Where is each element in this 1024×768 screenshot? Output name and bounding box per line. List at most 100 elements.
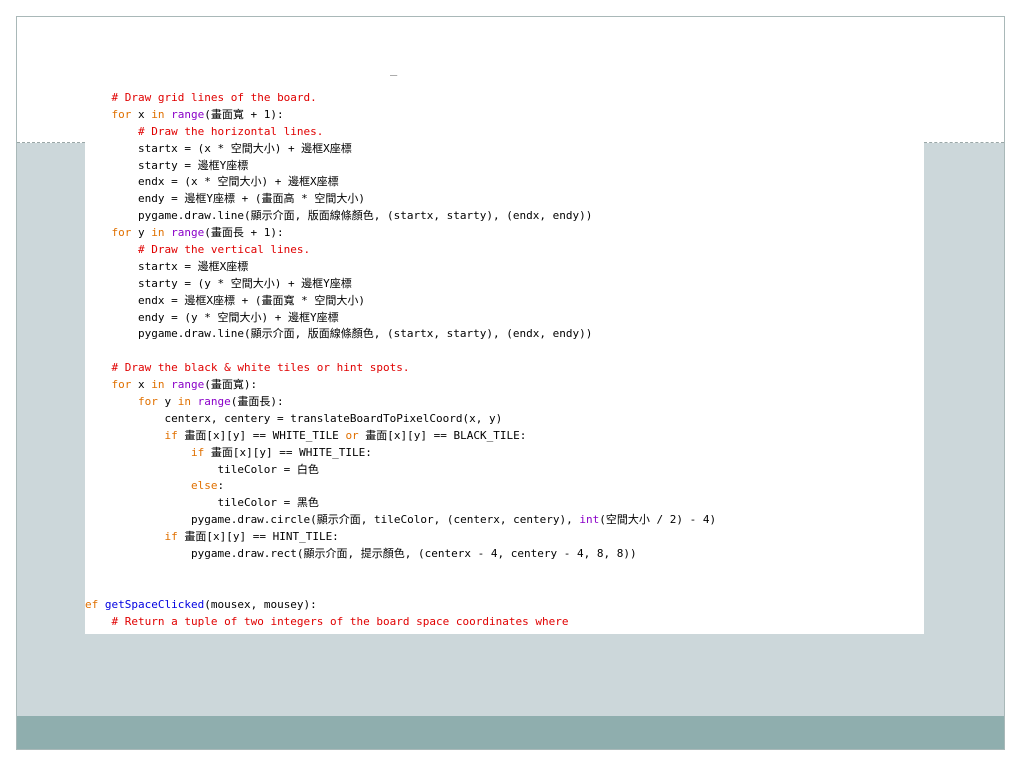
code-token: startx = (x * 空間大小) + 邊框X座標	[85, 141, 352, 155]
code-token: pygame.draw.line(顯示介面, 版面線條顏色, (startx, …	[85, 209, 593, 223]
code-token: pygame.draw.line(顯示介面, 版面線條顏色, (startx, …	[85, 327, 593, 341]
code-token: 畫面[x][y] == WHITE_TILE:	[204, 445, 372, 459]
code-token: (空間大小 / 2) - 4)	[599, 513, 717, 527]
code-line: endy = 邊框Y座標 + (畫面高 * 空間大小)	[85, 191, 716, 208]
code-token: tileColor = 白色	[85, 462, 319, 476]
code-token: range	[171, 226, 205, 240]
code-line: ef getSpaceClicked(mousex, mousey):	[85, 597, 716, 614]
code-token: y	[157, 395, 178, 409]
code-line: starty = 邊框Y座標	[85, 158, 716, 175]
code-token: (畫面長 + 1):	[204, 226, 284, 240]
code-line: # Return a tuple of two integers of the …	[85, 614, 716, 631]
code-token: endy = 邊框Y座標 + (畫面高 * 空間大小)	[85, 192, 365, 206]
code-token: tileColor = 黑色	[85, 496, 319, 510]
code-listing: # Draw grid lines of the board. for x in…	[85, 90, 716, 634]
code-token: for	[111, 378, 132, 392]
code-token: x	[131, 107, 152, 121]
code-line: # Draw the black & white tiles or hint s…	[85, 360, 716, 377]
code-token: starty = 邊框Y座標	[85, 158, 249, 172]
code-line: # the mouse was clicked. (Or returns Non…	[85, 631, 716, 635]
code-line: pygame.draw.rect(顯示介面, 提示顏色, (centerx - …	[85, 546, 716, 563]
code-line: startx = 邊框X座標	[85, 259, 716, 276]
code-token: # Draw the vertical lines.	[137, 243, 311, 257]
code-token: centerx, centery = translateBoardToPixel…	[85, 411, 503, 425]
code-token: pygame.draw.rect(顯示介面, 提示顏色, (centerx - …	[85, 547, 637, 561]
code-line: starty = (y * 空間大小) + 邊框Y座標	[85, 276, 716, 293]
code-token: # the mouse was clicked. (Or returns Non…	[112, 632, 509, 635]
code-line: endx = (x * 空間大小) + 邊框X座標	[85, 174, 716, 191]
code-line: # Draw the vertical lines.	[85, 242, 716, 259]
code-token: # Draw grid lines of the board.	[111, 91, 317, 104]
code-token: x	[131, 378, 152, 392]
code-line: tileColor = 白色	[85, 462, 716, 479]
code-token: in	[151, 378, 165, 392]
title-divider-right	[924, 142, 1004, 143]
code-line: pygame.draw.line(顯示介面, 版面線條顏色, (startx, …	[85, 208, 716, 225]
code-token: 畫面[x][y] == HINT_TILE:	[177, 530, 339, 544]
code-token: endx = 邊框X座標 + (畫面寬 * 空間大小)	[85, 293, 365, 307]
code-token: if	[190, 445, 205, 459]
code-line: if 畫面[x][y] == HINT_TILE:	[85, 529, 716, 546]
code-line: if 畫面[x][y] == WHITE_TILE or 畫面[x][y] ==…	[85, 428, 716, 445]
code-token: # Draw the black & white tiles or hint s…	[111, 361, 410, 375]
code-token: y	[131, 226, 152, 240]
code-token: 畫面[x][y] == BLACK_TILE:	[358, 428, 527, 442]
text-cursor-mark: _	[390, 62, 398, 76]
code-token: int	[579, 513, 600, 527]
code-token: if	[164, 428, 178, 442]
code-line: else:	[85, 478, 716, 495]
code-token: pygame.draw.circle(顯示介面, tileColor, (cen…	[85, 513, 580, 527]
code-token: :	[217, 479, 225, 493]
code-line: pygame.draw.circle(顯示介面, tileColor, (cen…	[85, 512, 716, 529]
code-token: ef	[85, 597, 99, 611]
code-line: tileColor = 黑色	[85, 495, 716, 512]
code-token: in	[151, 226, 165, 240]
slide-footer-band	[17, 716, 1004, 749]
code-token: in	[151, 107, 165, 121]
code-token: else	[190, 479, 218, 493]
code-line: endx = 邊框X座標 + (畫面寬 * 空間大小)	[85, 293, 716, 310]
code-token: startx = 邊框X座標	[85, 259, 249, 273]
code-token: (畫面長):	[230, 395, 284, 409]
code-token: # Return a tuple of two integers of the …	[111, 614, 569, 628]
code-line: for x in range(畫面寬):	[85, 377, 716, 394]
code-token: range	[171, 107, 205, 121]
code-line: # Draw grid lines of the board.	[85, 90, 716, 107]
code-line: if 畫面[x][y] == WHITE_TILE:	[85, 445, 716, 462]
code-token: for	[111, 226, 132, 240]
code-line: startx = (x * 空間大小) + 邊框X座標	[85, 141, 716, 158]
code-token: # Draw the horizontal lines.	[137, 124, 324, 138]
title-divider-left	[17, 142, 85, 143]
code-token: endx = (x * 空間大小) + 邊框X座標	[85, 175, 339, 189]
code-line: centerx, centery = translateBoardToPixel…	[85, 411, 716, 428]
code-token: if	[164, 530, 178, 544]
code-screenshot: # Draw grid lines of the board. for x in…	[85, 86, 924, 634]
code-token: getSpaceClicked	[104, 597, 205, 611]
code-line: for y in range(畫面長 + 1):	[85, 225, 716, 242]
code-token: 畫面[x][y] == WHITE_TILE	[177, 428, 346, 442]
code-token: or	[345, 428, 359, 442]
code-token: (mousex, mousey):	[204, 597, 317, 611]
code-line: endy = (y * 空間大小) + 邊框Y座標	[85, 310, 716, 327]
code-token: range	[197, 395, 231, 409]
code-line: # Draw the horizontal lines.	[85, 124, 716, 141]
code-token: range	[171, 378, 205, 392]
code-line: pygame.draw.line(顯示介面, 版面線條顏色, (startx, …	[85, 326, 716, 343]
code-token: starty = (y * 空間大小) + 邊框Y座標	[85, 276, 352, 290]
